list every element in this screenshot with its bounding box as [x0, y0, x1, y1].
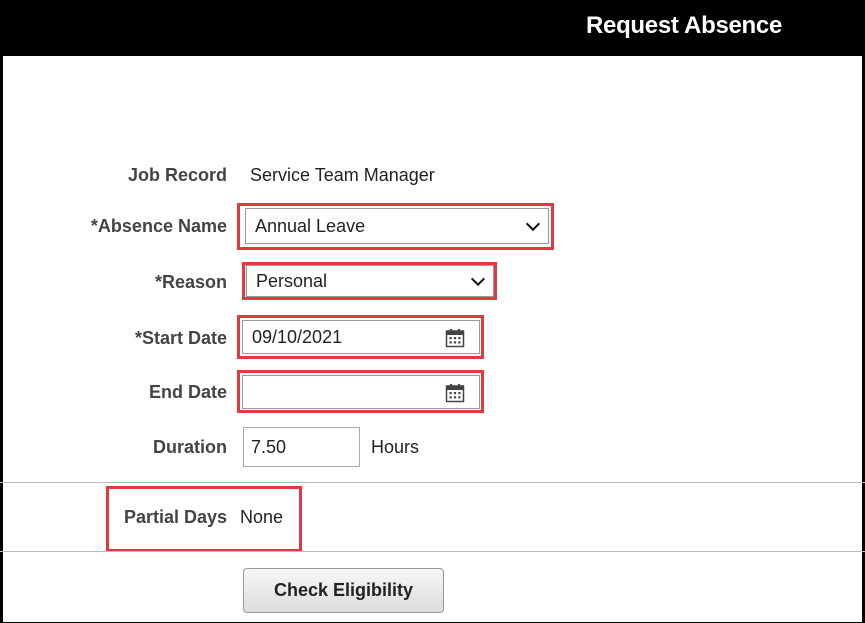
chevron-down-icon — [525, 216, 541, 232]
absence-name-value: Annual Leave — [255, 215, 366, 236]
job-record-label: Job Record — [127, 165, 227, 185]
start-date-input[interactable]: 09/10/2021 — [242, 320, 480, 354]
end-date-input[interactable] — [242, 375, 480, 409]
start-date-value: 09/10/2021 — [252, 326, 343, 347]
duration-label: Duration — [153, 437, 227, 457]
start-date-label: *Start Date — [134, 328, 227, 348]
section-divider — [0, 551, 865, 552]
absence-name-select[interactable]: Annual Leave — [245, 208, 549, 244]
duration-input[interactable]: 7.50 — [243, 427, 360, 467]
page-title: Request Absence — [585, 12, 782, 39]
page-header: Request Absence — [0, 0, 865, 56]
calendar-icon[interactable] — [445, 383, 465, 403]
reason-select[interactable]: Personal — [246, 265, 494, 297]
section-divider — [0, 482, 865, 483]
duration-value: 7.50 — [251, 436, 287, 457]
partial-days-label: Partial Days — [123, 507, 227, 527]
partial-days-value: None — [240, 507, 284, 527]
job-record-value: Service Team Manager — [250, 165, 435, 185]
chevron-down-icon — [470, 271, 486, 287]
check-eligibility-button[interactable]: Check Eligibility — [243, 568, 444, 613]
reason-label: *Reason — [154, 272, 227, 292]
absence-name-label: *Absence Name — [90, 216, 227, 236]
duration-unit: Hours — [371, 437, 420, 457]
reason-value: Personal — [256, 270, 328, 291]
calendar-icon[interactable] — [445, 328, 465, 348]
end-date-label: End Date — [148, 382, 227, 402]
